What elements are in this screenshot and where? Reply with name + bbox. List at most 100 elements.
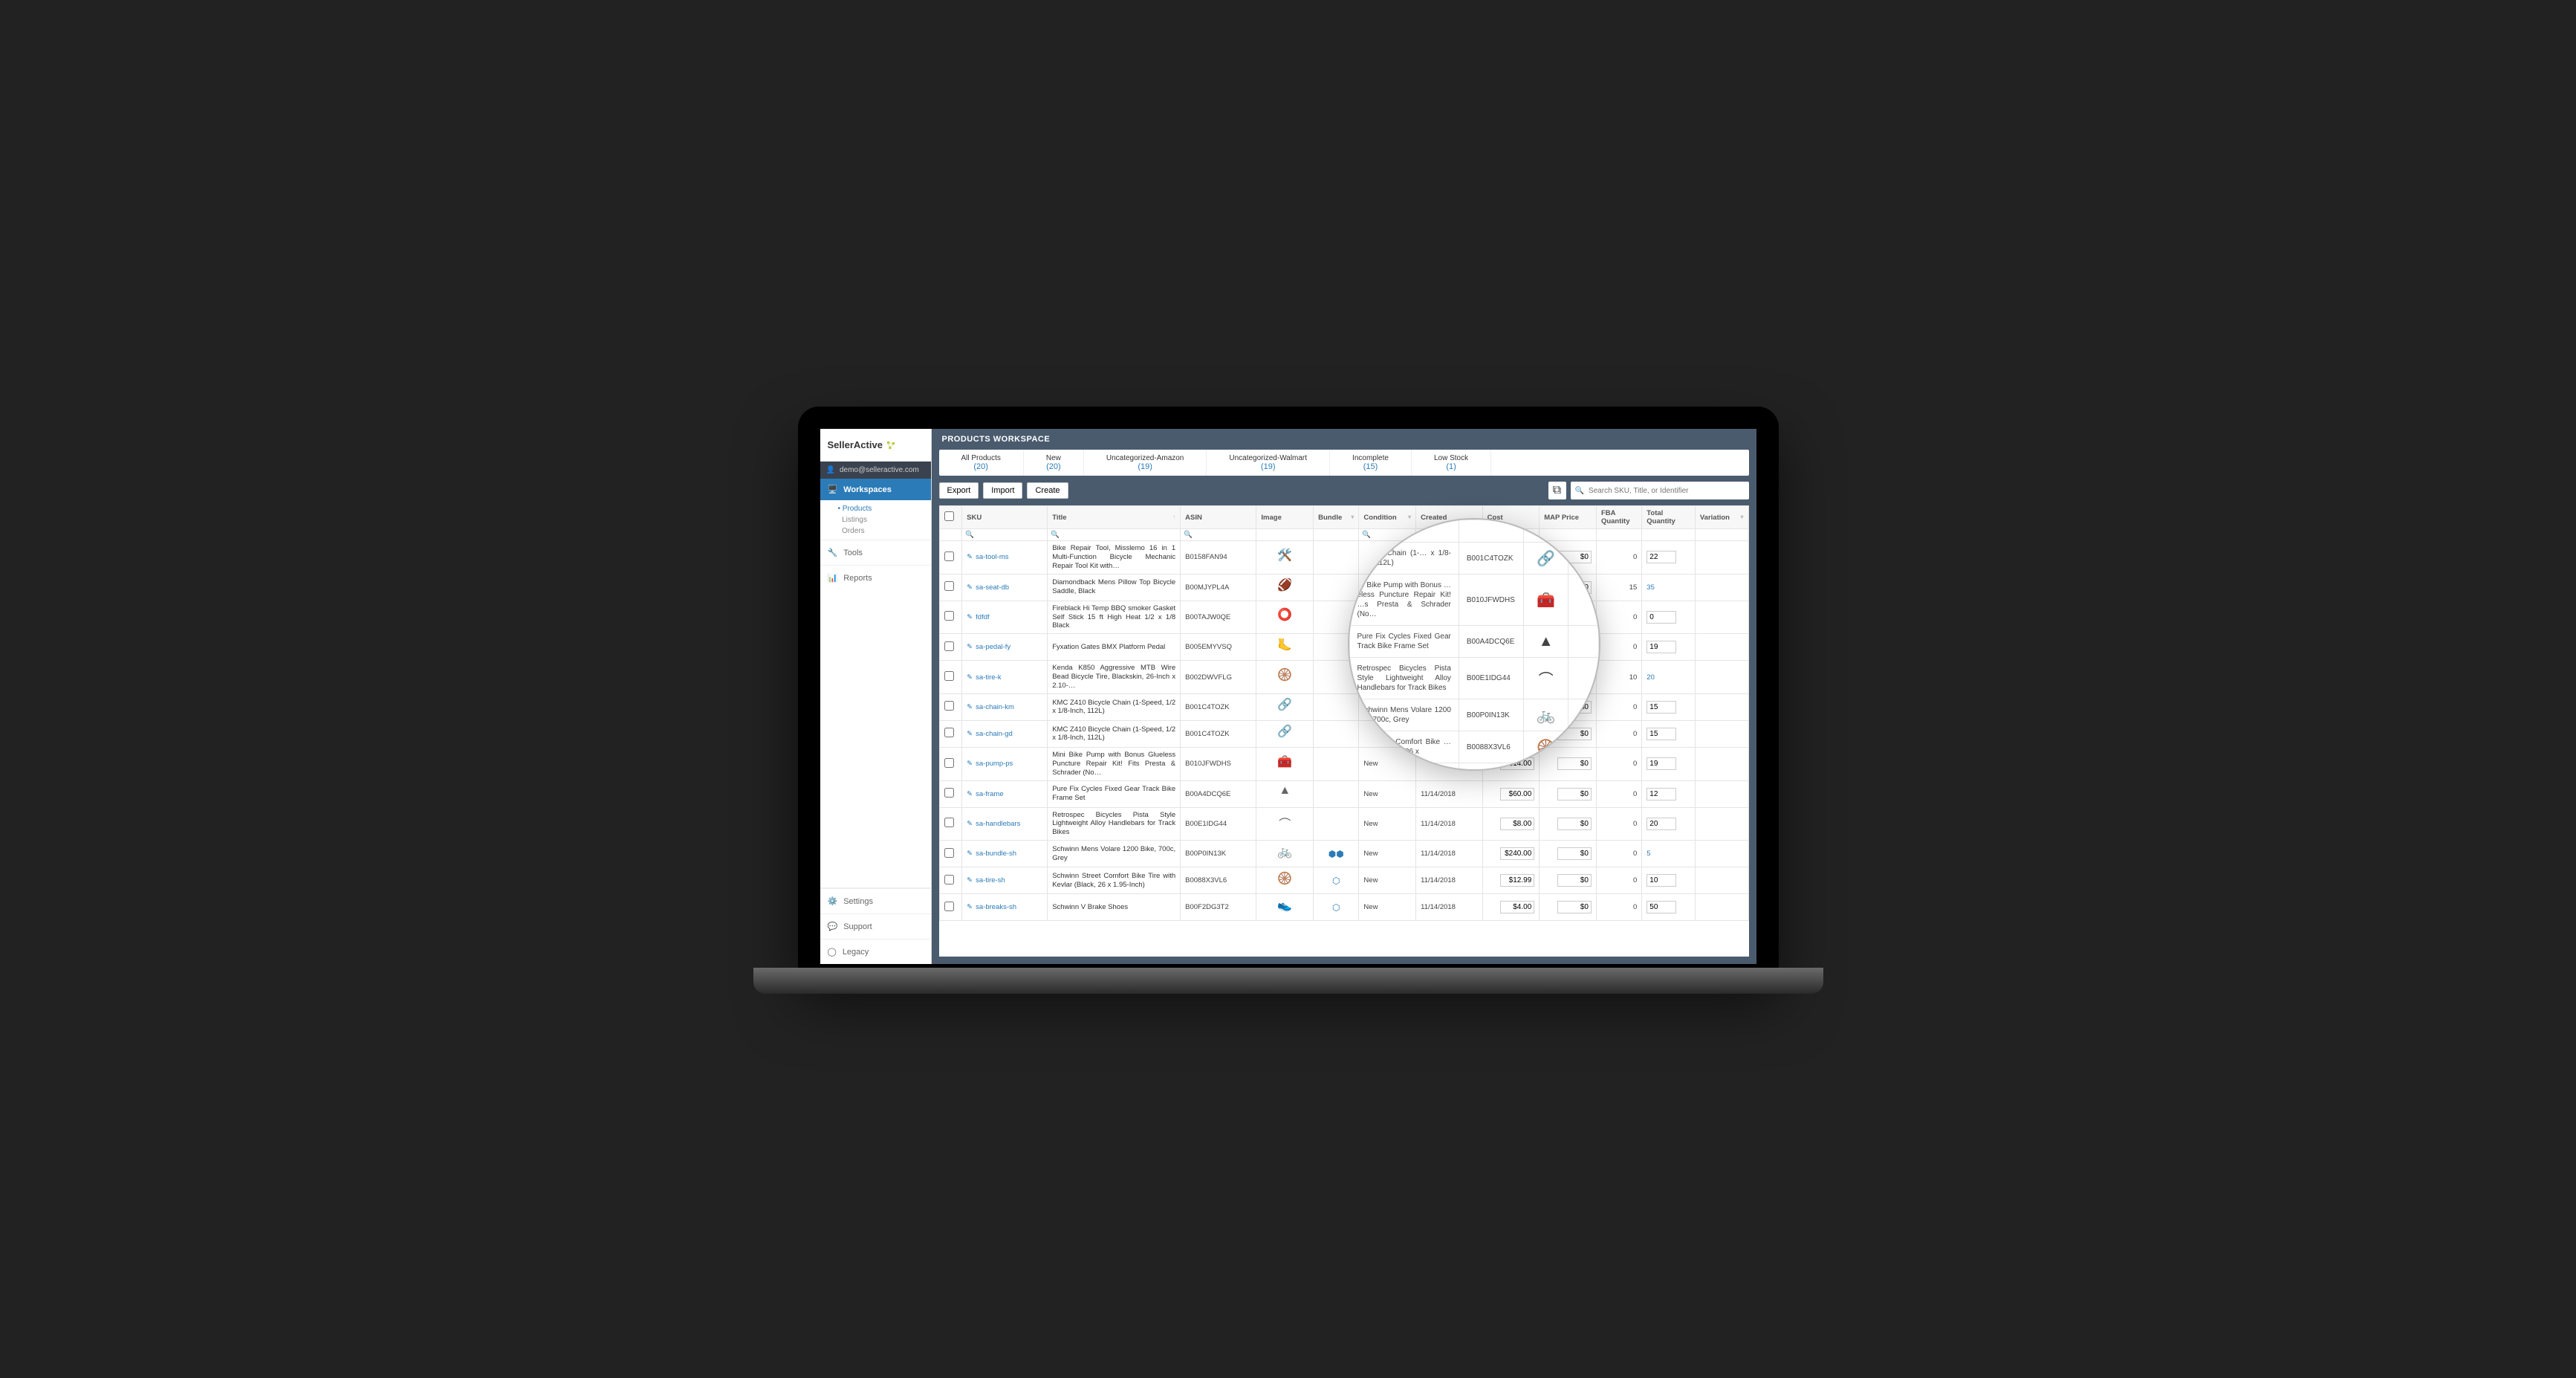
edit-icon[interactable]: ✎: [967, 703, 973, 711]
sku-link[interactable]: sa-pedal-fy: [976, 643, 1010, 651]
edit-icon[interactable]: ✎: [967, 850, 973, 858]
total-qty-input[interactable]: [1647, 757, 1676, 770]
copy-button[interactable]: ⧉: [1548, 482, 1566, 499]
row-checkbox[interactable]: [944, 671, 954, 681]
nav-settings[interactable]: ⚙️ Settings: [820, 888, 931, 913]
row-checkbox[interactable]: [944, 902, 954, 911]
total-qty-input[interactable]: [1647, 788, 1676, 800]
total-qty-input[interactable]: [1647, 874, 1676, 887]
filter-tab[interactable]: Uncategorized-Amazon(19): [1084, 450, 1207, 476]
total-qty-input[interactable]: [1647, 728, 1676, 740]
sku-link[interactable]: sa-breaks-sh: [976, 903, 1016, 911]
cost-input[interactable]: [1500, 847, 1534, 860]
edit-icon[interactable]: ✎: [967, 820, 973, 828]
filter-tab[interactable]: Uncategorized-Walmart(19): [1207, 450, 1330, 476]
col-image[interactable]: Image: [1256, 506, 1314, 529]
nav-sub-products[interactable]: • Products: [838, 503, 931, 514]
edit-icon[interactable]: ✎: [967, 553, 973, 561]
row-checkbox[interactable]: [944, 728, 954, 737]
sku-link[interactable]: fdfdf: [976, 613, 990, 621]
filter-title[interactable]: 🔍: [1048, 529, 1181, 541]
filter-tab[interactable]: Low Stock(1): [1412, 450, 1491, 476]
col-checkbox[interactable]: [939, 506, 962, 529]
row-checkbox[interactable]: [944, 611, 954, 621]
filter-tab[interactable]: All Products(20): [939, 450, 1024, 476]
map-input[interactable]: [1557, 901, 1592, 913]
total-qty-input[interactable]: [1647, 901, 1676, 913]
sku-link[interactable]: sa-tool-ms: [976, 553, 1008, 561]
edit-icon[interactable]: ✎: [967, 673, 973, 682]
row-checkbox[interactable]: [944, 581, 954, 591]
cost-input[interactable]: [1500, 788, 1534, 800]
nav-support[interactable]: 💬 Support: [820, 913, 931, 939]
row-checkbox[interactable]: [944, 848, 954, 858]
row-checkbox[interactable]: [944, 701, 954, 711]
user-bar[interactable]: 👤 demo@selleractive.com: [820, 462, 931, 479]
create-button[interactable]: Create: [1027, 482, 1068, 499]
edit-icon[interactable]: ✎: [967, 613, 973, 621]
edit-icon[interactable]: ✎: [967, 876, 973, 884]
edit-icon[interactable]: ✎: [967, 760, 973, 768]
map-input[interactable]: [1557, 818, 1592, 830]
total-qty-input[interactable]: [1647, 551, 1676, 563]
nav-reports[interactable]: 📊 Reports: [820, 565, 931, 590]
nav-tools[interactable]: 🔧 Tools: [820, 540, 931, 565]
sku-link[interactable]: sa-chain-gd: [976, 730, 1013, 738]
search-input[interactable]: [1589, 487, 1745, 495]
filter-tab[interactable]: New(20): [1024, 450, 1084, 476]
filter-tab[interactable]: Incomplete(15): [1330, 450, 1412, 476]
edit-icon[interactable]: ✎: [967, 583, 973, 592]
row-checkbox[interactable]: [944, 875, 954, 884]
edit-icon[interactable]: ✎: [967, 730, 973, 738]
col-totq[interactable]: Total Quantity: [1642, 506, 1696, 529]
total-qty-input[interactable]: [1647, 818, 1676, 830]
total-qty-link[interactable]: 20: [1647, 673, 1655, 682]
nav-workspaces[interactable]: 🖥️ Workspaces: [820, 479, 931, 500]
col-variation[interactable]: Variation▾: [1695, 506, 1748, 529]
map-input[interactable]: [1557, 788, 1592, 800]
row-checkbox[interactable]: [944, 641, 954, 651]
col-map[interactable]: MAP Price: [1540, 506, 1597, 529]
col-asin[interactable]: ASIN: [1181, 506, 1256, 529]
sku-link[interactable]: sa-seat-db: [976, 583, 1009, 592]
row-checkbox[interactable]: [944, 551, 954, 561]
sku-link[interactable]: sa-pump-ps: [976, 760, 1013, 768]
sku-link[interactable]: sa-bundle-sh: [976, 850, 1016, 858]
col-fbaq[interactable]: FBA Quantity: [1596, 506, 1641, 529]
filter-asin[interactable]: 🔍: [1181, 529, 1256, 541]
nav-sub-orders[interactable]: Orders: [838, 525, 931, 537]
sku-link[interactable]: sa-chain-km: [976, 703, 1014, 711]
sku-link[interactable]: sa-frame: [976, 790, 1003, 798]
sku-link[interactable]: sa-tire-k: [976, 673, 1001, 682]
row-checkbox[interactable]: [944, 818, 954, 827]
total-qty-input[interactable]: [1647, 701, 1676, 714]
nav-legacy[interactable]: ◯ Legacy: [820, 939, 931, 964]
col-title[interactable]: Title↑: [1048, 506, 1181, 529]
edit-icon[interactable]: ✎: [967, 903, 973, 911]
export-button[interactable]: Export: [939, 482, 979, 499]
total-qty-input[interactable]: [1647, 641, 1676, 653]
search-box[interactable]: 🔍: [1571, 482, 1749, 499]
row-checkbox[interactable]: [944, 758, 954, 768]
col-sku[interactable]: SKU: [962, 506, 1048, 529]
edit-icon[interactable]: ✎: [967, 790, 973, 798]
total-qty-link[interactable]: 35: [1647, 583, 1655, 592]
map-input[interactable]: [1557, 757, 1592, 770]
import-button[interactable]: Import: [983, 482, 1022, 499]
cost-input[interactable]: [1500, 874, 1534, 887]
row-checkbox[interactable]: [944, 788, 954, 798]
sku-link[interactable]: sa-handlebars: [976, 820, 1020, 828]
filter-sku[interactable]: 🔍: [962, 529, 1048, 541]
cost-input[interactable]: [1500, 901, 1534, 913]
cost-input[interactable]: [1500, 818, 1534, 830]
map-input[interactable]: [1557, 847, 1592, 860]
col-bundle[interactable]: Bundle▾: [1314, 506, 1359, 529]
map-input[interactable]: [1557, 874, 1592, 887]
total-qty-input[interactable]: [1647, 611, 1676, 624]
total-qty-link[interactable]: 5: [1647, 850, 1650, 858]
edit-icon[interactable]: ✎: [967, 643, 973, 651]
sku-link[interactable]: sa-tire-sh: [976, 876, 1005, 884]
select-all-checkbox[interactable]: [944, 511, 954, 521]
col-condition[interactable]: Condition▾: [1359, 506, 1416, 529]
nav-sub-listings[interactable]: Listings: [838, 514, 931, 525]
